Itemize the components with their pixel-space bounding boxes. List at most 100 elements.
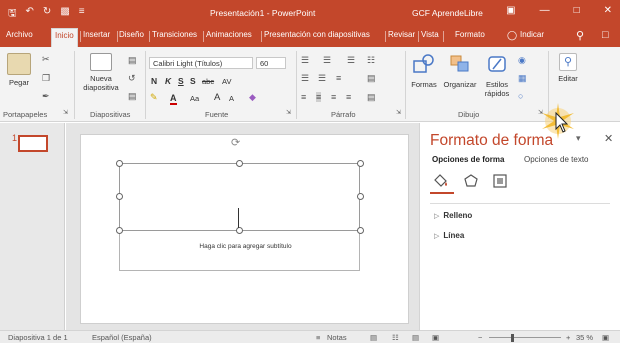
shape-fill-icon[interactable]: ◉ xyxy=(518,55,526,66)
change-case-button[interactable]: Aa xyxy=(190,94,199,103)
grow-font-button[interactable]: A xyxy=(214,92,220,103)
close-icon[interactable]: ✕ xyxy=(604,5,612,16)
zoom-out-icon[interactable]: − xyxy=(478,333,482,342)
highlight-icon[interactable]: ✎ xyxy=(150,92,158,103)
font-size-combo[interactable]: 60 xyxy=(256,57,286,69)
share-icon[interactable]: ⚲ xyxy=(576,29,584,42)
font-name-combo[interactable]: Calibri Light (Títulos) xyxy=(149,57,253,69)
shape-outline-icon[interactable]: ▦ xyxy=(518,73,527,84)
zoom-slider-thumb[interactable] xyxy=(511,334,514,342)
fit-to-window-icon[interactable]: ▣ xyxy=(602,333,609,342)
arrange-button[interactable]: Organizar xyxy=(441,53,479,89)
notes-icon[interactable]: ≡ xyxy=(316,333,320,342)
tab-diseno[interactable]: Diseño xyxy=(119,30,144,39)
layout-icon[interactable]: ▤ xyxy=(128,55,137,66)
resize-handle[interactable] xyxy=(116,160,123,167)
character-spacing-button[interactable]: AV xyxy=(222,77,231,86)
numbering-icon[interactable]: ☰ xyxy=(323,55,331,66)
redo-icon[interactable]: ↻ xyxy=(43,6,51,23)
shadow-button[interactable]: S xyxy=(190,76,196,86)
paragraph-launcher-icon[interactable]: ⇲ xyxy=(396,109,401,116)
resize-handle[interactable] xyxy=(236,160,243,167)
shrink-font-button[interactable]: A xyxy=(229,94,234,103)
font-launcher-icon[interactable]: ⇲ xyxy=(286,109,291,116)
pane-close-icon[interactable]: ✕ xyxy=(604,132,613,145)
language-indicator[interactable]: Español (España) xyxy=(92,333,152,342)
columns-icon[interactable]: ☷ xyxy=(367,55,375,66)
section-fill[interactable]: ▷ Relleno xyxy=(434,211,472,220)
resize-handle[interactable] xyxy=(357,160,364,167)
quick-styles-button[interactable]: Estilos rápidos xyxy=(480,53,514,98)
clipboard-launcher-icon[interactable]: ⇲ xyxy=(63,109,68,116)
zoom-slider[interactable] xyxy=(489,337,561,338)
normal-view-icon[interactable]: ▤ xyxy=(370,333,377,342)
smartart-icon[interactable]: ▤ xyxy=(367,92,376,103)
copy-icon[interactable]: ❐ xyxy=(42,73,50,84)
slide-sorter-icon[interactable]: ☷ xyxy=(392,333,399,342)
tab-shape-options[interactable]: Opciones de forma xyxy=(432,155,504,164)
cut-icon[interactable]: ✂ xyxy=(42,54,50,65)
justify-icon[interactable]: ≡ xyxy=(346,92,351,102)
resize-handle[interactable] xyxy=(116,193,123,200)
comments-icon[interactable]: □ xyxy=(602,29,609,41)
title-placeholder[interactable] xyxy=(119,163,360,231)
tab-transiciones[interactable]: Transiciones xyxy=(152,30,197,39)
align-left-icon[interactable]: ≡ xyxy=(301,92,306,102)
align-right-icon[interactable]: ≡ xyxy=(331,92,336,102)
maximize-icon[interactable]: □ xyxy=(574,5,580,16)
align-center-icon[interactable]: ≡ xyxy=(316,92,322,102)
minimize-icon[interactable]: — xyxy=(540,5,550,16)
clear-formatting-icon[interactable]: ◆ xyxy=(249,92,256,103)
editing-button[interactable]: ⚲ Editar xyxy=(553,53,583,83)
ribbon-display-options-icon[interactable]: ▣ xyxy=(506,5,515,16)
bullets-icon[interactable]: ☰ xyxy=(301,55,309,66)
section-line[interactable]: ▷ Línea xyxy=(434,231,464,240)
reading-view-icon[interactable]: ▤ xyxy=(412,333,419,342)
account-name[interactable]: GCF AprendeLibre xyxy=(412,8,483,18)
customize-qat-icon[interactable]: ≡ xyxy=(79,6,85,23)
align-text-icon[interactable]: ▤ xyxy=(367,73,376,84)
reset-icon[interactable]: ↺ xyxy=(128,73,136,84)
text-direction-icon[interactable]: ≡ xyxy=(336,73,341,83)
increase-indent-icon[interactable]: ☰ xyxy=(318,73,326,84)
new-slide-button[interactable]: Nueva diapositiva xyxy=(78,53,124,92)
tab-animaciones[interactable]: Animaciones xyxy=(206,30,252,39)
tab-archivo[interactable]: Archivo xyxy=(6,30,33,39)
resize-handle[interactable] xyxy=(357,227,364,234)
paste-button[interactable]: Pegar xyxy=(4,53,34,87)
undo-icon[interactable]: ↶ xyxy=(26,6,34,23)
slide-thumbnail[interactable] xyxy=(18,135,48,152)
zoom-in-icon[interactable]: + xyxy=(566,333,570,342)
presentation-start-icon[interactable]: ▩ xyxy=(60,6,69,23)
resize-handle[interactable] xyxy=(357,193,364,200)
zoom-level[interactable]: 35 % xyxy=(576,333,593,342)
fill-line-icon[interactable] xyxy=(432,173,450,189)
save-icon[interactable]: 🖫 xyxy=(8,6,17,23)
tab-vista[interactable]: Vista xyxy=(421,30,439,39)
rotate-handle-icon[interactable]: ⟳ xyxy=(231,136,240,149)
shapes-button[interactable]: Formas xyxy=(409,53,439,89)
shape-effects-icon[interactable]: ○ xyxy=(518,91,523,101)
section-icon[interactable]: ▤ xyxy=(128,91,137,102)
subtitle-placeholder[interactable] xyxy=(119,231,360,271)
font-color-button[interactable]: A xyxy=(170,93,177,105)
effects-icon[interactable] xyxy=(462,173,480,189)
tab-presentacion[interactable]: Presentación con diapositivas xyxy=(264,30,370,39)
decrease-indent-icon[interactable]: ☰ xyxy=(301,73,309,84)
notes-button[interactable]: Notas xyxy=(327,333,347,342)
slide[interactable]: ⟳ Haga clic para agregar subtítulo xyxy=(80,134,409,324)
italic-button[interactable]: K xyxy=(165,76,171,86)
tell-me-box[interactable]: Indicar xyxy=(520,30,544,39)
tab-insertar[interactable]: Insertar xyxy=(83,30,110,39)
tab-text-options[interactable]: Opciones de texto xyxy=(524,155,588,164)
tab-revisar[interactable]: Revisar xyxy=(388,30,415,39)
strikethrough-button[interactable]: abc xyxy=(202,77,214,86)
tab-inicio[interactable]: Inicio xyxy=(51,28,78,47)
bold-button[interactable]: N xyxy=(151,76,157,86)
size-properties-icon[interactable] xyxy=(491,173,509,189)
format-painter-icon[interactable]: ✒ xyxy=(42,91,50,102)
slideshow-view-icon[interactable]: ▣ xyxy=(432,333,439,342)
resize-handle[interactable] xyxy=(236,227,243,234)
resize-handle[interactable] xyxy=(116,227,123,234)
tab-formato[interactable]: Formato xyxy=(455,30,485,39)
